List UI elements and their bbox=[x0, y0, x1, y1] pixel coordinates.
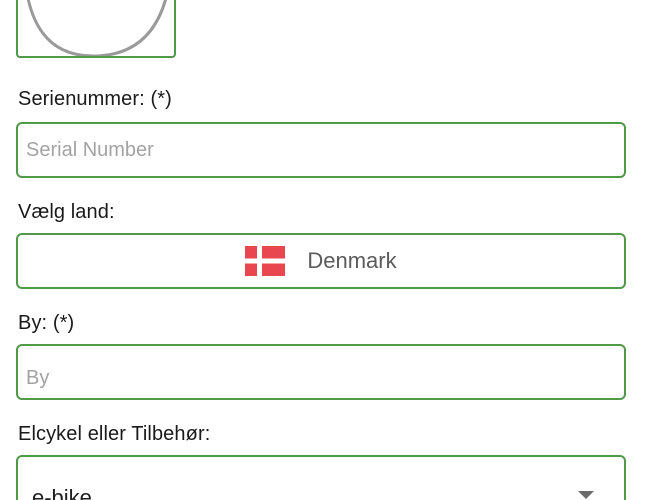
country-label: Vælg land: bbox=[18, 201, 115, 223]
dropdown-arrow-icon bbox=[578, 491, 594, 499]
registration-form: Serienummer: (*) Vælg land: Denmark By: … bbox=[0, 0, 650, 500]
image-placeholder-icon bbox=[26, 0, 167, 56]
city-input[interactable] bbox=[26, 352, 606, 404]
serial-number-label: Serienummer: (*) bbox=[18, 88, 172, 110]
product-type-value: e-bike bbox=[32, 485, 92, 500]
serial-number-input[interactable] bbox=[26, 124, 606, 176]
city-label: By: (*) bbox=[18, 312, 75, 334]
country-picker[interactable]: Denmark bbox=[16, 233, 626, 289]
denmark-flag-icon bbox=[245, 246, 286, 276]
city-field[interactable] bbox=[16, 344, 626, 404]
serial-number-field[interactable] bbox=[16, 122, 626, 178]
product-type-label: Elcykel eller Tilbehør: bbox=[18, 423, 211, 445]
photo-upload-box[interactable] bbox=[16, 0, 176, 58]
product-type-dropdown[interactable]: e-bike bbox=[16, 455, 626, 500]
country-name: Denmark bbox=[307, 248, 397, 273]
